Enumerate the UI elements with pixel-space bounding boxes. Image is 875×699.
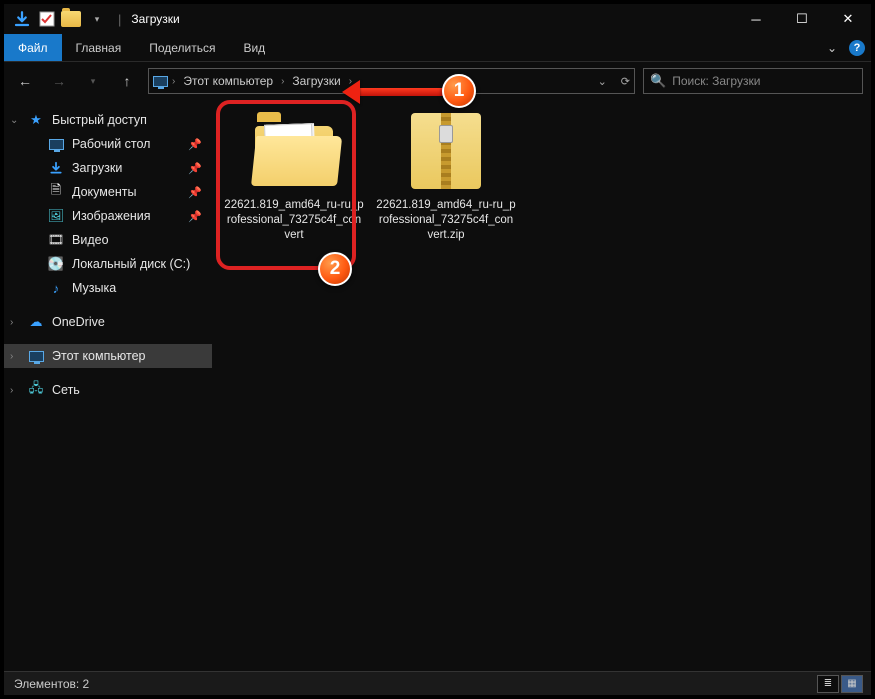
qat-properties-icon[interactable] bbox=[38, 10, 56, 28]
breadcrumb-segment[interactable]: Загрузки bbox=[288, 74, 344, 88]
sidebar-item-label: Рабочий стол bbox=[72, 137, 150, 151]
annotation-bubble-2: 2 bbox=[318, 252, 352, 286]
sidebar-item-label: Документы bbox=[72, 185, 136, 199]
file-tab[interactable]: Файл bbox=[4, 34, 62, 61]
qat-folder-icon[interactable] bbox=[60, 8, 82, 30]
desktop-icon bbox=[48, 136, 64, 152]
sidebar-this-pc[interactable]: › Этот компьютер bbox=[4, 344, 212, 368]
address-bar[interactable]: › Этот компьютер › Загрузки › ⌄ ⟳ bbox=[148, 68, 635, 94]
search-icon: 🔍 bbox=[650, 73, 666, 89]
search-placeholder: Поиск: Загрузки bbox=[672, 74, 760, 88]
qat-dropdown-icon[interactable]: ▾ bbox=[86, 8, 108, 30]
sidebar-item-label: Быстрый доступ bbox=[52, 113, 147, 127]
sidebar-item-documents[interactable]: 🗎 Документы 📌 bbox=[4, 180, 212, 204]
chevron-right-icon[interactable]: › bbox=[279, 76, 286, 87]
ribbon-expand-icon[interactable]: ⌄ bbox=[827, 41, 837, 55]
video-icon: 🎞 bbox=[48, 232, 64, 248]
sidebar-item-disk-c[interactable]: 💽 Локальный диск (C:) bbox=[4, 252, 212, 276]
file-item-folder[interactable]: 22621.819_amd64_ru-ru_professional_73275… bbox=[224, 110, 364, 243]
address-dropdown-icon[interactable]: ⌄ bbox=[598, 75, 607, 88]
navigation-pane: ⌄ ★ Быстрый доступ Рабочий стол 📌 Загруз… bbox=[4, 100, 212, 671]
star-icon: ★ bbox=[28, 112, 44, 128]
this-pc-icon bbox=[28, 348, 44, 364]
nav-up-button[interactable]: ↑ bbox=[114, 68, 140, 94]
sidebar-item-label: OneDrive bbox=[52, 315, 105, 329]
address-row: ← → ▾ ↑ › Этот компьютер › Загрузки › ⌄ … bbox=[4, 62, 871, 100]
ribbon-tabs: Файл Главная Поделиться Вид ⌄ ? bbox=[4, 34, 871, 62]
title-separator: | bbox=[118, 12, 121, 27]
nav-forward-button[interactable]: → bbox=[46, 68, 72, 94]
documents-icon: 🗎 bbox=[48, 184, 64, 200]
sidebar-item-label: Локальный диск (C:) bbox=[72, 257, 190, 271]
pin-icon: 📌 bbox=[188, 210, 202, 223]
file-label: 22621.819_amd64_ru-ru_professional_73275… bbox=[224, 198, 364, 243]
chevron-right-icon[interactable]: › bbox=[10, 351, 13, 362]
disk-icon: 💽 bbox=[48, 256, 64, 272]
view-icons-button[interactable]: ▦ bbox=[841, 675, 863, 693]
sidebar-item-downloads[interactable]: Загрузки 📌 bbox=[4, 156, 212, 180]
chevron-right-icon[interactable]: › bbox=[10, 317, 13, 328]
sidebar-item-desktop[interactable]: Рабочий стол 📌 bbox=[4, 132, 212, 156]
body: ⌄ ★ Быстрый доступ Рабочий стол 📌 Загруз… bbox=[4, 100, 871, 671]
sidebar-item-label: Музыка bbox=[72, 281, 116, 295]
sidebar-item-music[interactable]: ♪ Музыка bbox=[4, 276, 212, 300]
titlebar: ▾ | Загрузки ─ ☐ ✕ bbox=[4, 4, 871, 34]
file-label: 22621.819_amd64_ru-ru_professional_73275… bbox=[376, 198, 516, 243]
search-box[interactable]: 🔍 Поиск: Загрузки bbox=[643, 68, 863, 94]
zip-icon bbox=[396, 110, 496, 192]
refresh-icon[interactable]: ⟳ bbox=[621, 75, 630, 88]
sidebar-item-pictures[interactable]: 🖼 Изображения 📌 bbox=[4, 204, 212, 228]
pin-icon: 📌 bbox=[188, 186, 202, 199]
sidebar-onedrive[interactable]: › ☁ OneDrive bbox=[4, 310, 212, 334]
content-pane[interactable]: 22621.819_amd64_ru-ru_professional_73275… bbox=[212, 100, 871, 671]
tab-home[interactable]: Главная bbox=[62, 34, 136, 61]
sidebar-network[interactable]: › 🖧 Сеть bbox=[4, 378, 212, 402]
chevron-down-icon[interactable]: ⌄ bbox=[10, 115, 18, 126]
explorer-window: ▾ | Загрузки ─ ☐ ✕ Файл Главная Поделить… bbox=[0, 0, 875, 699]
tab-view[interactable]: Вид bbox=[229, 34, 279, 61]
view-details-button[interactable]: ≣ bbox=[817, 675, 839, 693]
pictures-icon: 🖼 bbox=[48, 208, 64, 224]
status-text: Элементов: 2 bbox=[14, 677, 89, 691]
nav-recent-dropdown[interactable]: ▾ bbox=[80, 68, 106, 94]
sidebar-quick-access[interactable]: ⌄ ★ Быстрый доступ bbox=[4, 108, 212, 132]
sidebar-item-label: Загрузки bbox=[72, 161, 122, 175]
network-icon: 🖧 bbox=[28, 382, 44, 398]
qat-down-arrow-icon[interactable] bbox=[10, 7, 34, 31]
help-icon[interactable]: ? bbox=[849, 40, 865, 56]
file-item-zip[interactable]: 22621.819_amd64_ru-ru_professional_73275… bbox=[376, 110, 516, 243]
pin-icon: 📌 bbox=[188, 138, 202, 151]
breadcrumb-segment[interactable]: Этот компьютер bbox=[179, 74, 277, 88]
nav-back-button[interactable]: ← bbox=[12, 68, 38, 94]
maximize-button[interactable]: ☐ bbox=[779, 4, 825, 34]
chevron-right-icon[interactable]: › bbox=[10, 385, 13, 396]
chevron-right-icon[interactable]: › bbox=[347, 76, 354, 87]
music-icon: ♪ bbox=[48, 280, 64, 296]
minimize-button[interactable]: ─ bbox=[733, 4, 779, 34]
download-icon bbox=[48, 160, 64, 176]
breadcrumb-root-icon bbox=[153, 76, 168, 87]
sidebar-item-label: Видео bbox=[72, 233, 109, 247]
chevron-right-icon[interactable]: › bbox=[170, 76, 177, 87]
sidebar-item-label: Сеть bbox=[52, 383, 80, 397]
sidebar-item-label: Изображения bbox=[72, 209, 151, 223]
sidebar-item-label: Этот компьютер bbox=[52, 349, 145, 363]
tab-share[interactable]: Поделиться bbox=[135, 34, 229, 61]
statusbar: Элементов: 2 ≣ ▦ bbox=[4, 671, 871, 695]
sidebar-item-videos[interactable]: 🎞 Видео bbox=[4, 228, 212, 252]
pin-icon: 📌 bbox=[188, 162, 202, 175]
close-button[interactable]: ✕ bbox=[825, 4, 871, 34]
folder-icon bbox=[244, 110, 344, 192]
window-title: Загрузки bbox=[131, 12, 179, 26]
cloud-icon: ☁ bbox=[28, 314, 44, 330]
